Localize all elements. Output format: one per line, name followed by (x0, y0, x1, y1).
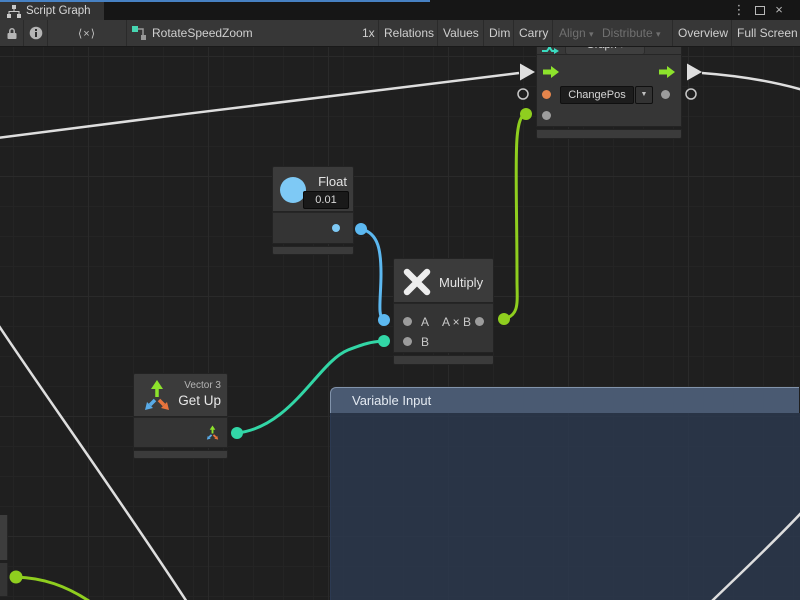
node-graph-event[interactable]: Graph ▾ ChangePos ▼ (536, 38, 682, 139)
event-dropdown-button[interactable]: ▼ (635, 86, 653, 104)
carry-button[interactable]: Carry (519, 20, 548, 46)
multiply-node-footer (393, 355, 494, 365)
variables-icon: ⟨×⟩ (78, 27, 96, 40)
float-node-header: Float 0.01 (272, 166, 354, 212)
port-label-a: A (421, 315, 429, 329)
close-icon[interactable]: × (771, 2, 787, 18)
graph-toolbar: ⟨×⟩ RotateSpeed Zoom 1x Relations Values… (0, 20, 800, 47)
align-button[interactable]: Align ▾ (559, 20, 594, 46)
float-value-input[interactable]: 0.01 (303, 191, 349, 209)
partial-node-left-edge-footer[interactable] (0, 563, 8, 596)
caret-down-icon: ▼ (641, 91, 648, 98)
graph-name-label: RotateSpeed (152, 20, 222, 46)
zoom-value: 1x (362, 20, 375, 46)
port-input-b[interactable] (403, 337, 412, 346)
flow-out-arrow-icon[interactable] (659, 66, 675, 78)
port-output-value[interactable] (661, 90, 670, 99)
variables-button[interactable]: ⟨×⟩ (48, 20, 126, 46)
flow-in-arrow-icon[interactable] (543, 66, 559, 78)
kebab-menu-icon[interactable]: ⋮ (731, 2, 747, 18)
tab-title: Script Graph (26, 5, 91, 17)
node-vector3-get-up[interactable]: Vector 3 Get Up (133, 373, 228, 459)
event-name-field[interactable]: ChangePos (560, 86, 634, 104)
info-icon (29, 26, 43, 40)
partial-node-left-edge[interactable] (0, 515, 8, 560)
vector3-node-type: Vector 3 (184, 380, 221, 391)
info-button[interactable] (24, 20, 47, 46)
overview-button[interactable]: Overview (678, 20, 728, 46)
node-float[interactable]: Float 0.01 (272, 166, 354, 255)
distribute-button[interactable]: Distribute ▾ (602, 20, 661, 46)
node-multiply[interactable]: Multiply A A × B B (393, 258, 494, 365)
float-node-title: Float (318, 174, 347, 189)
graph-asset-icon (132, 26, 148, 41)
vector3-icon (141, 379, 173, 413)
multiply-node-header: Multiply (393, 258, 494, 303)
zoom-label: Zoom (222, 20, 253, 46)
multiply-node-body: A A × B B (393, 303, 494, 353)
float-node-body (272, 212, 354, 244)
float-value: 0.01 (315, 194, 336, 206)
dim-button[interactable]: Dim (489, 20, 510, 46)
port-input-a[interactable] (403, 317, 412, 326)
graph-node-footer (536, 129, 682, 139)
multiply-icon (400, 265, 434, 299)
align-label: Align (559, 26, 586, 40)
caret-down-icon: ▾ (656, 29, 661, 39)
maximize-icon[interactable] (755, 6, 765, 15)
vector3-node-header: Vector 3 Get Up (133, 373, 228, 417)
group-title[interactable]: Variable Input (330, 387, 799, 413)
port-float-output[interactable] (332, 224, 340, 232)
group-body (330, 413, 800, 600)
event-name-value: ChangePos (568, 89, 626, 101)
full-screen-button[interactable]: Full Screen (737, 20, 798, 46)
lock-icon (6, 27, 18, 40)
values-button[interactable]: Values (443, 20, 479, 46)
graph-node-body: ChangePos ▼ (536, 54, 682, 127)
port-label-axb: A × B (442, 315, 471, 329)
float-node-footer (272, 246, 354, 255)
group-variable-input: Variable Input (330, 387, 800, 600)
port-output-axb[interactable] (475, 317, 484, 326)
vector3-node-title: Get Up (178, 393, 221, 408)
multiply-node-title: Multiply (439, 275, 483, 290)
script-graph-icon (7, 5, 21, 18)
tab-script-graph[interactable]: Script Graph (0, 2, 104, 20)
caret-down-icon: ▾ (589, 29, 594, 39)
vector3-mini-icon[interactable] (205, 425, 220, 441)
vector3-node-body (133, 417, 228, 448)
lock-button[interactable] (0, 20, 23, 46)
relations-button[interactable]: Relations (384, 20, 434, 46)
port-input-value[interactable] (542, 111, 551, 120)
vector3-node-footer (133, 450, 228, 459)
window-tab-bar: Script Graph ⋮ × (0, 0, 800, 20)
port-label-b: B (421, 335, 429, 349)
distribute-label: Distribute (602, 26, 653, 40)
port-target-orange[interactable] (542, 90, 551, 99)
